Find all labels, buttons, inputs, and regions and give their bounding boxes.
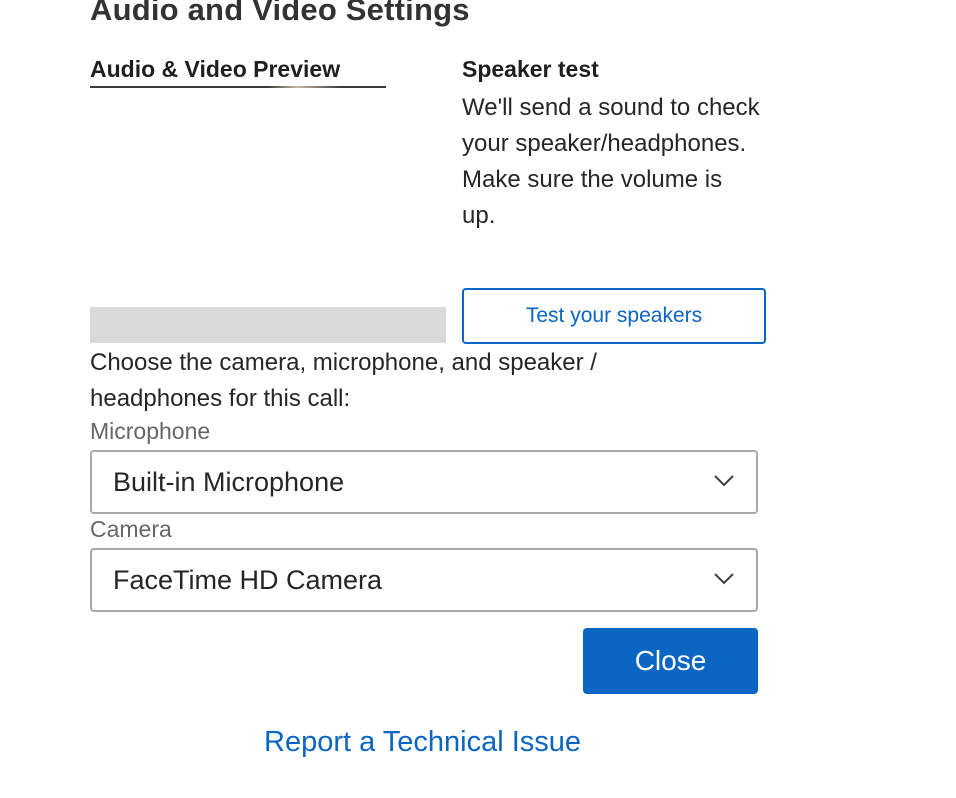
- dialog-title: Audio and Video Settings: [90, 0, 470, 27]
- microphone-label: Microphone: [90, 418, 211, 444]
- report-technical-issue-link[interactable]: Report a Technical Issue: [264, 726, 581, 759]
- close-button[interactable]: Close: [583, 628, 758, 694]
- preview-heading: Audio & Video Preview: [90, 56, 341, 82]
- device-instructions: Choose the camera, microphone, and speak…: [90, 349, 597, 412]
- microphone-level-meter: [90, 307, 446, 343]
- chevron-down-icon: [714, 475, 734, 487]
- camera-select[interactable]: FaceTime HD Camera: [90, 548, 758, 612]
- microphone-select[interactable]: Built-in Microphone: [90, 450, 758, 514]
- audio-video-settings-dialog: Audio and Video Settings Audio & Video P…: [0, 0, 956, 798]
- camera-label: Camera: [90, 516, 172, 542]
- speaker-test-heading: Speaker test: [462, 56, 599, 82]
- video-preview: [90, 88, 386, 300]
- chevron-down-icon: [714, 573, 734, 585]
- speaker-test-description: We'll send a sound to check your speaker…: [462, 94, 760, 229]
- microphone-selected-value: Built-in Microphone: [113, 466, 345, 497]
- test-speakers-button[interactable]: Test your speakers: [462, 288, 766, 344]
- camera-selected-value: FaceTime HD Camera: [113, 564, 383, 595]
